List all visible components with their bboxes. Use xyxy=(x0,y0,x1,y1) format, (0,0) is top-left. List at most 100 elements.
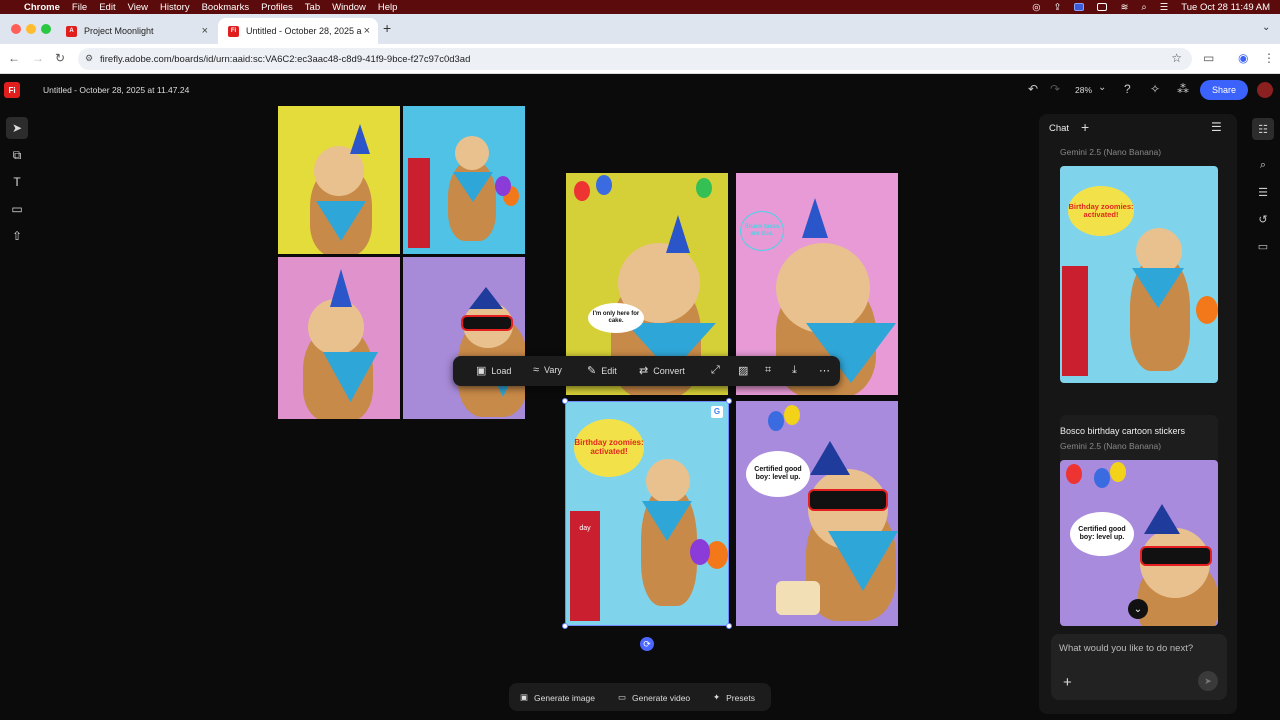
address-bar[interactable]: ⚙ firefly.adobe.com/boards/id/urn:aaid:s… xyxy=(78,48,1192,70)
generate-video-button[interactable]: ▭ Generate video xyxy=(618,692,690,703)
menu-edit[interactable]: Edit xyxy=(99,2,115,13)
creative-cloud-icon[interactable]: ◎ xyxy=(1032,2,1040,13)
menu-window[interactable]: Window xyxy=(332,2,366,13)
adjust-icon[interactable]: ☰ xyxy=(1252,181,1274,203)
wifi-icon[interactable]: ≋ xyxy=(1120,2,1128,13)
profile-icon[interactable]: ◉ xyxy=(1238,51,1248,65)
history-icon[interactable]: ↺ xyxy=(1252,208,1274,230)
adobe-icon: A xyxy=(66,25,77,37)
vary-button[interactable]: ≈ Vary xyxy=(533,364,562,376)
speech-bubble: Certified good boy: level up. xyxy=(1070,512,1134,556)
chat-icon[interactable]: ☷ xyxy=(1252,118,1274,140)
upload-icon[interactable]: ⇪ xyxy=(1053,2,1061,13)
spotlight-icon[interactable]: ⌕ xyxy=(1141,2,1146,13)
menu-app-name[interactable]: Chrome xyxy=(24,2,60,13)
firefly-logo[interactable]: Fi xyxy=(4,82,20,98)
bookmark-star-icon[interactable]: ☆ xyxy=(1171,51,1182,65)
new-chat-icon[interactable]: + xyxy=(1081,119,1089,135)
tab-label: Untitled - October 28, 2025 a xyxy=(246,26,362,36)
resize-handle[interactable] xyxy=(726,623,732,629)
more-icon[interactable]: ⋯ xyxy=(819,364,830,377)
convert-button[interactable]: ⇄ Convert xyxy=(639,364,685,377)
frame-tool-icon[interactable]: ⧉ xyxy=(6,144,28,166)
model-label: Gemini 2.5 (Nano Banana) xyxy=(1060,441,1162,451)
generated-image-certified[interactable]: Certified good boy: level up. xyxy=(736,401,898,626)
crop-icon[interactable]: ⌗ xyxy=(765,364,771,377)
menu-history[interactable]: History xyxy=(160,2,190,13)
comment-icon[interactable]: ▭ xyxy=(1252,235,1274,257)
presets-button[interactable]: ✦ Presets xyxy=(713,692,755,703)
scroll-down-icon[interactable]: ⌄ xyxy=(1128,599,1148,619)
window-minimize-button[interactable] xyxy=(26,24,36,34)
window-zoom-button[interactable] xyxy=(41,24,51,34)
send-icon[interactable]: ➤ xyxy=(1198,671,1218,691)
photo-blue[interactable] xyxy=(403,106,525,254)
lightbulb-icon[interactable]: ✧ xyxy=(1150,82,1160,96)
list-icon[interactable]: ☰ xyxy=(1211,120,1222,134)
url-text: firefly.adobe.com/boards/id/urn:aaid:sc:… xyxy=(100,53,471,65)
chat-input[interactable]: What would you like to do next? + ➤ xyxy=(1051,634,1227,700)
photo-yellow[interactable] xyxy=(278,106,400,254)
resize-handle[interactable] xyxy=(562,623,568,629)
forward-icon[interactable]: → xyxy=(32,51,44,65)
resize-handle[interactable] xyxy=(726,398,732,404)
resize-handle[interactable] xyxy=(562,398,568,404)
close-icon[interactable]: × xyxy=(364,25,370,37)
menu-file[interactable]: File xyxy=(72,2,87,13)
expand-icon[interactable]: ⤢ xyxy=(711,364,720,377)
text-tool-icon[interactable]: T xyxy=(6,171,28,193)
photo-pink[interactable] xyxy=(278,257,400,419)
menu-clock[interactable]: Tue Oct 28 11:49 AM xyxy=(1181,2,1270,13)
menu-tab[interactable]: Tab xyxy=(305,2,320,13)
redo-icon[interactable]: ↷ xyxy=(1050,82,1060,96)
menu-bookmarks[interactable]: Bookmarks xyxy=(202,2,250,13)
mac-menu-bar: Chrome File Edit View History Bookmarks … xyxy=(0,0,1280,14)
back-icon[interactable]: ← xyxy=(8,51,20,65)
chevron-down-icon[interactable]: ⌄ xyxy=(1262,22,1270,33)
speech-bubble: I'm only here for cake. xyxy=(588,303,644,333)
window-close-button[interactable] xyxy=(11,24,21,34)
generate-bar: ▣ Generate image ▭ Generate video ✦ Presets xyxy=(509,683,771,711)
load-label: Load xyxy=(491,365,512,376)
menu-help[interactable]: Help xyxy=(378,2,398,13)
reload-icon[interactable]: ↻ xyxy=(55,51,65,65)
chevron-down-icon[interactable]: ⌄ xyxy=(1098,82,1106,93)
menu-profiles[interactable]: Profiles xyxy=(261,2,293,13)
chat-result-image-1[interactable]: Birthday zoomies: activated! xyxy=(1060,166,1218,383)
add-attachment-icon[interactable]: + xyxy=(1063,674,1072,691)
tab-untitled[interactable]: Fi Untitled - October 28, 2025 a × xyxy=(218,18,378,44)
undo-icon[interactable]: ↶ xyxy=(1028,82,1038,96)
browser-tab-strip: A Project Moonlight × Fi Untitled - Octo… xyxy=(0,14,1280,44)
shape-tool-icon[interactable]: ▭ xyxy=(6,198,28,220)
rotate-icon[interactable]: ⟳ xyxy=(640,637,654,651)
close-icon[interactable]: × xyxy=(202,25,208,37)
generate-image-label: Generate image xyxy=(534,692,595,703)
edit-button[interactable]: ✎ Edit xyxy=(587,364,617,377)
download-icon[interactable]: ⤓ xyxy=(792,364,797,377)
battery-icon[interactable] xyxy=(1097,3,1108,11)
screen-share-icon[interactable] xyxy=(1074,3,1085,11)
generate-image-button[interactable]: ▣ Generate image xyxy=(520,692,595,703)
image-icon[interactable]: ▨ xyxy=(738,364,748,377)
apps-icon[interactable]: ⁂ xyxy=(1177,82,1189,96)
site-info-icon[interactable]: ⚙ xyxy=(85,53,93,64)
document-title[interactable]: Untitled - October 28, 2025 at 11.47.24 xyxy=(43,85,189,95)
share-button[interactable]: Share xyxy=(1200,80,1248,100)
zoom-level[interactable]: 28% xyxy=(1075,85,1092,95)
select-tool-icon[interactable]: ➤ xyxy=(6,117,28,139)
control-center-icon[interactable]: ☰ xyxy=(1160,2,1169,13)
edit-label: Edit xyxy=(601,365,617,376)
avatar[interactable] xyxy=(1257,82,1273,98)
photo-purple[interactable] xyxy=(403,257,525,419)
load-button[interactable]: ▣ Load xyxy=(476,364,511,377)
menu-view[interactable]: View xyxy=(128,2,148,13)
selection-box[interactable] xyxy=(562,398,732,629)
help-icon[interactable]: ? xyxy=(1124,82,1131,96)
new-tab-icon[interactable]: + xyxy=(383,20,391,36)
menu-dots-icon[interactable]: ⋮ xyxy=(1263,51,1275,65)
speech-bubble: Snack taxes are due. xyxy=(740,211,784,251)
tab-search-icon[interactable]: ▭ xyxy=(1203,51,1214,65)
search-icon[interactable]: ⌕ xyxy=(1252,154,1274,176)
upload-tool-icon[interactable]: ⇧ xyxy=(6,225,28,247)
tab-project-moonlight[interactable]: A Project Moonlight × xyxy=(56,18,216,44)
